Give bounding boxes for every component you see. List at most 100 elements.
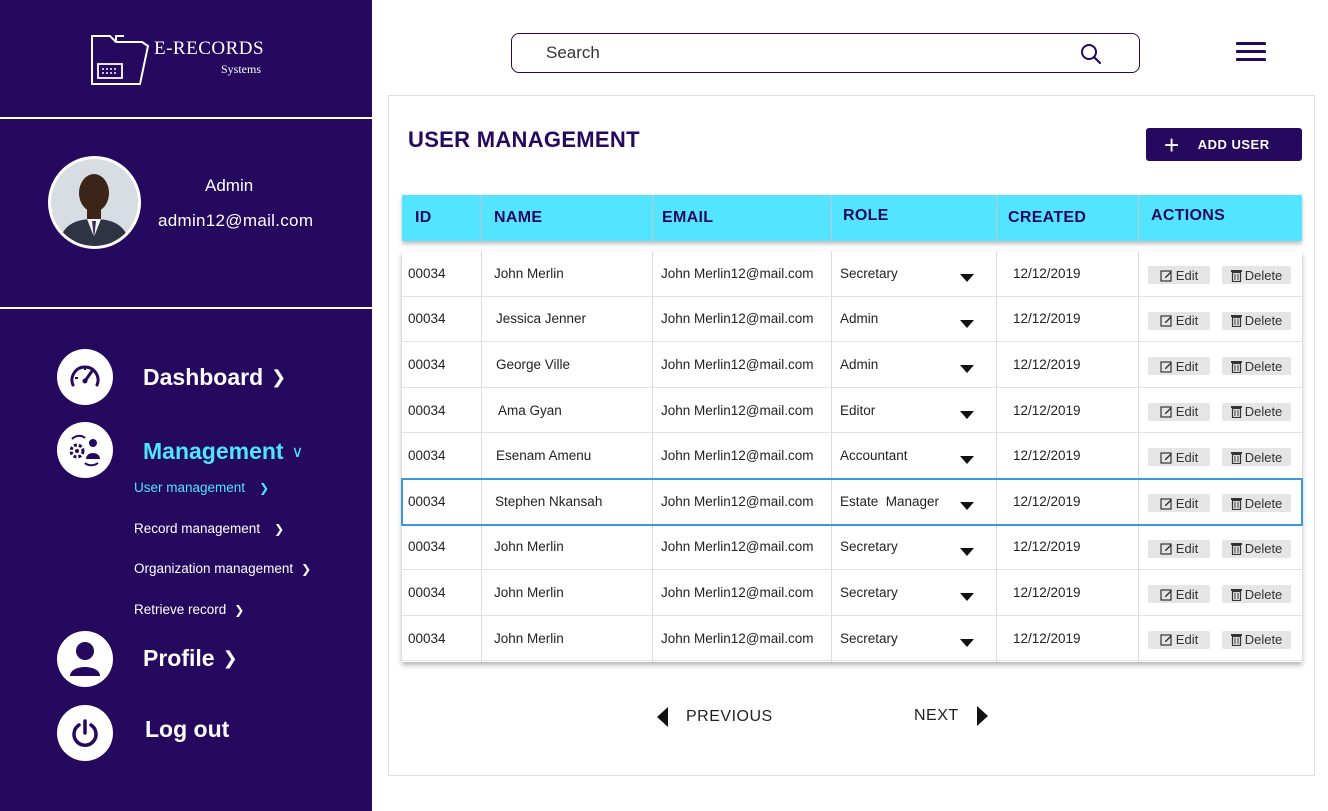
- edit-label: Edit: [1175, 313, 1199, 329]
- edit-icon: [1160, 634, 1172, 646]
- table-row[interactable]: 00034 John Merlin John Merlin12@mail.com Se…: [402, 570, 1302, 616]
- caret-down-icon[interactable]: [960, 365, 974, 374]
- delete-button[interactable]: Delete: [1222, 630, 1291, 649]
- caret-down-icon[interactable]: [960, 319, 974, 328]
- delete-button[interactable]: Delete: [1222, 311, 1291, 330]
- cell-created: 12/12/2019: [1013, 493, 1081, 509]
- delete-button[interactable]: Delete: [1222, 494, 1291, 512]
- brand-title: E-RECORDS: [154, 38, 265, 59]
- sidebar-item-user-management[interactable]: User management ❯: [134, 480, 269, 495]
- edit-button[interactable]: Edit: [1148, 494, 1210, 512]
- nav-dashboard[interactable]: Dashboard ❯: [143, 364, 286, 391]
- table-row[interactable]: 00034 John Merlin John Merlin12@mail.com Se…: [402, 251, 1302, 297]
- nav-profile[interactable]: Profile ❯: [143, 645, 238, 672]
- column-header-id[interactable]: ID: [415, 195, 432, 241]
- caret-down-icon[interactable]: [960, 593, 974, 602]
- dashboard-icon[interactable]: [57, 349, 113, 405]
- edit-button[interactable]: Edit: [1148, 585, 1210, 604]
- role-value: Admin: [840, 356, 879, 372]
- role-value: Secretary: [840, 265, 898, 281]
- cell-id: 00034: [408, 356, 446, 372]
- delete-button[interactable]: Delete: [1222, 448, 1291, 467]
- edit-button[interactable]: Edit: [1148, 630, 1210, 649]
- nav-logout[interactable]: Log out: [145, 716, 229, 743]
- nav-profile-label: Profile: [143, 645, 215, 671]
- cell-email: John Merlin12@mail.com: [661, 584, 814, 600]
- column-divider: [1138, 195, 1139, 241]
- table-row[interactable]: 00034 Jessica Jenner John Merlin12@mail.co…: [402, 297, 1302, 343]
- add-user-label: ADD USER: [1197, 137, 1270, 152]
- delete-label: Delete: [1244, 358, 1283, 374]
- role-select[interactable]: Secretary: [840, 570, 898, 615]
- edit-button[interactable]: Edit: [1148, 448, 1210, 467]
- delete-button[interactable]: Delete: [1222, 402, 1291, 421]
- add-user-button[interactable]: + ADD USER: [1146, 128, 1302, 161]
- edit-button[interactable]: Edit: [1148, 402, 1210, 421]
- cell-email: John Merlin12@mail.com: [661, 539, 814, 555]
- role-select[interactable]: Admin: [840, 342, 878, 387]
- next-button[interactable]: NEXT: [914, 706, 988, 726]
- edit-label: Edit: [1175, 586, 1199, 602]
- caret-down-icon[interactable]: [960, 410, 974, 419]
- cell-email: John Merlin12@mail.com: [661, 493, 814, 509]
- edit-icon: [1160, 543, 1172, 555]
- profile-icon[interactable]: [57, 631, 113, 687]
- role-select[interactable]: Editor: [840, 388, 875, 433]
- edit-button[interactable]: Edit: [1148, 539, 1210, 558]
- column-header-name[interactable]: NAME: [494, 195, 542, 241]
- table-row[interactable]: 00034 Esenam Amenu John Merlin12@mail.com A…: [402, 433, 1302, 479]
- search-input[interactable]: [546, 42, 1066, 64]
- nav-logout-label: Log out: [145, 716, 230, 742]
- delete-button[interactable]: Delete: [1222, 585, 1291, 604]
- edit-button[interactable]: Edit: [1148, 357, 1210, 376]
- edit-button[interactable]: Edit: [1148, 266, 1210, 284]
- delete-button[interactable]: Delete: [1222, 266, 1291, 284]
- role-select[interactable]: Secretary: [840, 251, 898, 296]
- role-select[interactable]: Admin: [840, 297, 878, 342]
- sidebar-item-retrieve-record[interactable]: Retrieve record ❯: [134, 602, 244, 617]
- caret-down-icon[interactable]: [960, 638, 974, 647]
- search-icon[interactable]: [1079, 42, 1103, 66]
- role-select[interactable]: Estate Manager: [840, 479, 939, 524]
- edit-label: Edit: [1175, 541, 1199, 557]
- table-row[interactable]: 00034 Ama Gyan John Merlin12@mail.com Edito…: [402, 388, 1302, 434]
- edit-label: Edit: [1175, 404, 1199, 420]
- delete-button[interactable]: Delete: [1222, 357, 1291, 376]
- avatar[interactable]: [48, 156, 141, 249]
- column-header-created[interactable]: CREATED: [1008, 195, 1086, 241]
- edit-button[interactable]: Edit: [1148, 311, 1210, 330]
- column-header-role[interactable]: ROLE: [843, 193, 889, 239]
- previous-button[interactable]: PREVIOUS: [657, 707, 773, 727]
- user-photo: [51, 159, 138, 246]
- cell-name: Esenam Amenu: [496, 448, 592, 464]
- menu-icon[interactable]: [1236, 42, 1266, 64]
- nav-management[interactable]: Management ∨: [143, 438, 303, 465]
- sidebar-item-record-management[interactable]: Record management ❯: [134, 521, 284, 536]
- caret-down-icon[interactable]: [960, 274, 974, 282]
- table-row[interactable]: 00034 John Merlin John Merlin12@mail.com Se…: [402, 525, 1302, 571]
- sidebar-item-organization-management[interactable]: Organization management ❯: [134, 561, 311, 576]
- column-divider: [831, 195, 832, 241]
- column-header-email[interactable]: EMAIL: [662, 195, 713, 241]
- table-row[interactable]: 00034 Stephen Nkansah John Merlin12@mail.c…: [401, 478, 1303, 526]
- trash-icon: [1230, 451, 1242, 464]
- page-title: USER MANAGEMENT: [408, 127, 640, 152]
- role-value: Secretary: [840, 539, 898, 555]
- delete-button[interactable]: Delete: [1222, 539, 1291, 558]
- caret-down-icon[interactable]: [960, 456, 974, 465]
- cell-created: 12/12/2019: [1013, 539, 1081, 555]
- role-select[interactable]: Secretary: [840, 616, 898, 661]
- brand-logo[interactable]: E-RECORDS Systems: [90, 32, 290, 88]
- cell-name: Jessica Jenner: [496, 311, 587, 327]
- trash-icon: [1230, 543, 1242, 556]
- delete-label: Delete: [1244, 404, 1283, 420]
- role-select[interactable]: Secretary: [840, 525, 898, 570]
- role-select[interactable]: Accountant: [840, 433, 908, 478]
- management-icon[interactable]: [57, 422, 113, 478]
- table-row[interactable]: 00034 John Merlin John Merlin12@mail.com Se…: [402, 616, 1302, 662]
- caret-down-icon[interactable]: [960, 547, 974, 556]
- caret-left-icon: [657, 707, 668, 727]
- table-row[interactable]: 00034 George Ville John Merlin12@mail.com A…: [402, 342, 1302, 388]
- power-icon[interactable]: [57, 705, 113, 761]
- caret-down-icon[interactable]: [960, 502, 974, 510]
